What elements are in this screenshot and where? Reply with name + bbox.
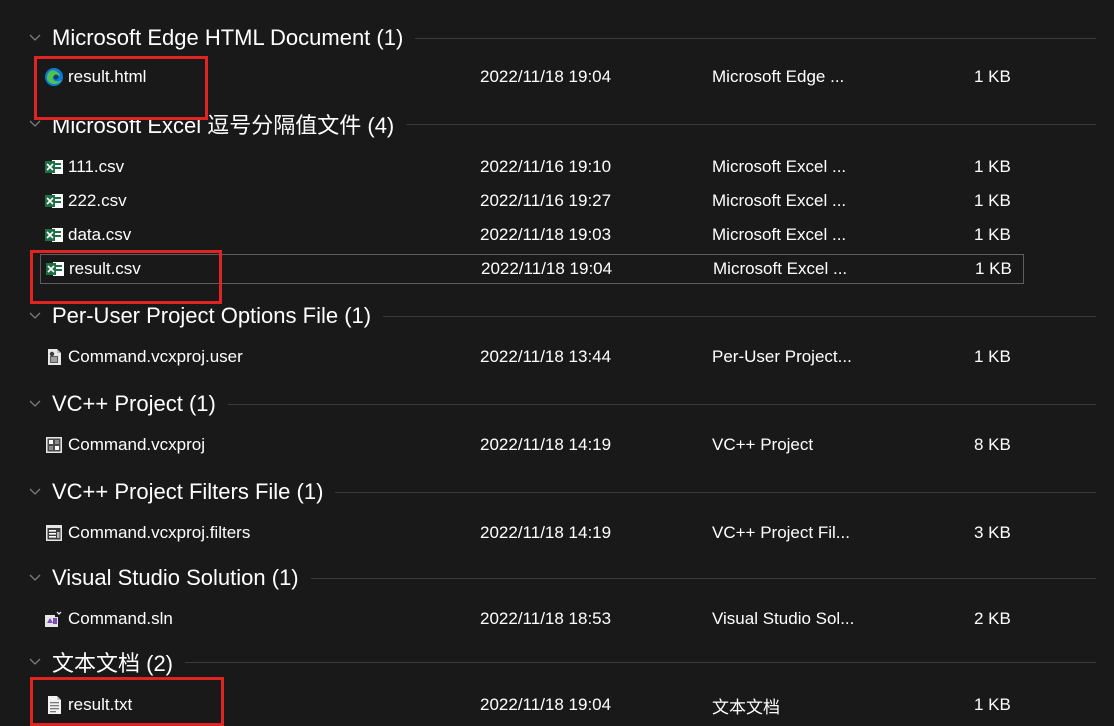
excel-csv-icon — [44, 157, 64, 177]
file-date: 2022/11/18 19:04 — [481, 259, 613, 278]
group-divider — [310, 577, 1096, 579]
file-name: data.csv — [68, 225, 132, 244]
file-type: Per-User Project... — [712, 347, 852, 366]
file-row[interactable]: Command.vcxproj.filters 2022/11/18 14:19… — [40, 518, 1024, 548]
file-name: result.html — [68, 67, 147, 86]
chevron-down-icon[interactable] — [28, 485, 42, 499]
file-size: 8 KB — [974, 435, 1011, 454]
edge-icon — [44, 67, 64, 87]
group-title: Per-User Project Options File (1) — [52, 303, 372, 328]
file-row[interactable]: Command.vcxproj.user 2022/11/18 13:44 Pe… — [40, 342, 1024, 372]
excel-csv-icon — [45, 259, 65, 279]
file-size: 1 KB — [975, 259, 1012, 278]
file-date: 2022/11/18 18:53 — [480, 609, 612, 628]
file-size: 2 KB — [974, 609, 1011, 628]
group-divider — [406, 123, 1096, 125]
group-divider — [415, 37, 1096, 39]
file-type: VC++ Project Fil... — [712, 523, 850, 542]
file-date: 2022/11/18 14:19 — [480, 435, 612, 454]
file-date: 2022/11/16 19:10 — [480, 157, 612, 176]
file-row[interactable]: data.csv 2022/11/18 19:03 Microsoft Exce… — [40, 220, 1024, 250]
file-size: 1 KB — [974, 695, 1011, 714]
text-document-icon — [44, 695, 64, 715]
file-size: 1 KB — [974, 67, 1011, 86]
chevron-down-icon[interactable] — [28, 309, 42, 323]
chevron-down-icon[interactable] — [28, 31, 42, 45]
group-header-vs-solution[interactable]: Visual Studio Solution (1) — [28, 560, 1114, 596]
file-list: Microsoft Edge HTML Document (1) result.… — [0, 0, 1114, 726]
file-name: result.csv — [69, 259, 141, 278]
file-size: 1 KB — [974, 225, 1011, 244]
file-name: Command.vcxproj.user — [68, 347, 243, 366]
vcxproj-filters-icon — [44, 523, 64, 543]
file-name: Command.vcxproj — [68, 435, 205, 454]
file-name: result.txt — [68, 695, 133, 714]
file-name: 222.csv — [68, 191, 127, 210]
file-date: 2022/11/16 19:27 — [480, 191, 612, 210]
vcxproj-icon — [44, 435, 64, 455]
group-header-per-user-options[interactable]: Per-User Project Options File (1) — [28, 298, 1114, 334]
group-title: VC++ Project Filters File (1) — [52, 479, 324, 504]
group-divider — [227, 403, 1096, 405]
file-type: 文本文档 — [712, 697, 780, 717]
group-divider — [335, 491, 1096, 493]
file-name: 111.csv — [68, 157, 125, 176]
file-type: Microsoft Edge ... — [712, 67, 845, 86]
group-title: VC++ Project (1) — [52, 391, 216, 416]
group-header-edge-html[interactable]: Microsoft Edge HTML Document (1) — [28, 20, 1114, 56]
file-row[interactable]: 111.csv 2022/11/16 19:10 Microsoft Excel… — [40, 152, 1024, 182]
file-type: Visual Studio Sol... — [712, 609, 855, 628]
file-type: Microsoft Excel ... — [713, 259, 848, 278]
vs-solution-icon — [44, 609, 64, 629]
group-title: Microsoft Edge HTML Document (1) — [52, 25, 404, 50]
excel-csv-icon — [44, 225, 64, 245]
group-divider — [185, 661, 1096, 663]
chevron-down-icon[interactable] — [28, 397, 42, 411]
file-date: 2022/11/18 19:03 — [480, 225, 612, 244]
file-type: Microsoft Excel ... — [712, 157, 847, 176]
group-title: Microsoft Excel 逗号分隔值文件 (4) — [52, 113, 395, 138]
group-divider — [383, 315, 1096, 317]
file-size: 3 KB — [974, 523, 1011, 542]
file-date: 2022/11/18 14:19 — [480, 523, 612, 542]
group-title: Visual Studio Solution (1) — [52, 565, 299, 590]
vs-user-file-icon — [44, 347, 64, 367]
file-row[interactable]: Command.vcxproj 2022/11/18 14:19 VC++ Pr… — [40, 430, 1024, 460]
file-size: 1 KB — [974, 347, 1011, 366]
file-row[interactable]: result.txt 2022/11/18 19:04 文本文档 1 KB — [40, 690, 1024, 720]
chevron-down-icon[interactable] — [28, 655, 42, 669]
file-type: Microsoft Excel ... — [712, 225, 847, 244]
file-size: 1 KB — [974, 191, 1011, 210]
file-name: Command.vcxproj.filters — [68, 523, 251, 542]
group-header-text-document[interactable]: 文本文档 (2) — [28, 644, 1114, 680]
file-date: 2022/11/18 19:04 — [480, 695, 612, 714]
file-date: 2022/11/18 19:04 — [480, 67, 612, 86]
file-row-selected[interactable]: result.csv 2022/11/18 19:04 Microsoft Ex… — [40, 254, 1024, 284]
group-header-vc-project-filters[interactable]: VC++ Project Filters File (1) — [28, 474, 1114, 510]
file-type: Microsoft Excel ... — [712, 191, 847, 210]
group-header-vc-project[interactable]: VC++ Project (1) — [28, 386, 1114, 422]
group-header-excel-csv[interactable]: Microsoft Excel 逗号分隔值文件 (4) — [28, 106, 1114, 142]
file-size: 1 KB — [974, 157, 1011, 176]
file-row[interactable]: 222.csv 2022/11/16 19:27 Microsoft Excel… — [40, 186, 1024, 216]
file-row[interactable]: result.html 2022/11/18 19:04 Microsoft E… — [40, 62, 1024, 92]
file-date: 2022/11/18 13:44 — [480, 347, 612, 366]
file-name: Command.sln — [68, 609, 173, 628]
chevron-down-icon[interactable] — [28, 571, 42, 585]
chevron-down-icon[interactable] — [28, 117, 42, 131]
excel-csv-icon — [44, 191, 64, 211]
file-type: VC++ Project — [712, 435, 814, 454]
file-row[interactable]: Command.sln 2022/11/18 18:53 Visual Stud… — [40, 604, 1024, 634]
group-title: 文本文档 (2) — [52, 651, 174, 676]
